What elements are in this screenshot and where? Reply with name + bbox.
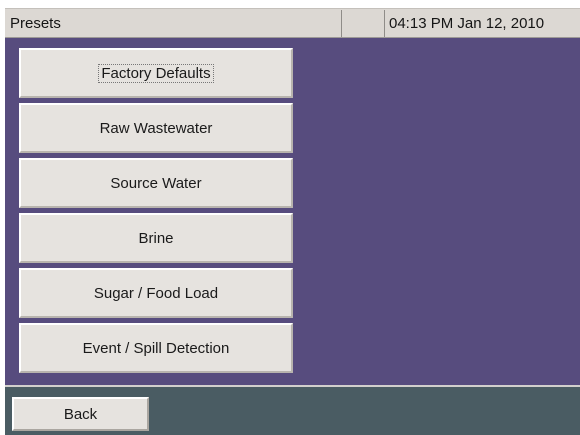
footer-bar: Back <box>5 385 580 435</box>
preset-button-raw-wastewater[interactable]: Raw Wastewater <box>19 103 293 153</box>
page-title: Presets <box>10 15 61 32</box>
preset-button-source-water[interactable]: Source Water <box>19 158 293 208</box>
preset-button-label: Brine <box>138 229 174 247</box>
title-bar: Presets 04:13 PM Jan 12, 2010 <box>5 8 580 38</box>
preset-button-label: Raw Wastewater <box>99 119 213 137</box>
preset-button-label: Event / Spill Detection <box>82 339 230 357</box>
preset-button-factory-defaults[interactable]: Factory Defaults <box>19 48 293 98</box>
clock-datetime: 04:13 PM Jan 12, 2010 <box>389 15 545 32</box>
preset-button-label: Sugar / Food Load <box>93 284 219 302</box>
preset-button-label: Source Water <box>110 174 202 192</box>
title-bar-divider <box>341 10 342 37</box>
preset-button-brine[interactable]: Brine <box>19 213 293 263</box>
preset-button-label: Factory Defaults <box>98 63 214 83</box>
back-button[interactable]: Back <box>12 397 149 431</box>
back-button-label: Back <box>63 405 98 423</box>
presets-screen: Presets 04:13 PM Jan 12, 2010 Factory De… <box>5 8 580 435</box>
preset-button-sugar-food-load[interactable]: Sugar / Food Load <box>19 268 293 318</box>
title-bar-divider <box>384 10 385 37</box>
preset-button-event-spill-detection[interactable]: Event / Spill Detection <box>19 323 293 373</box>
